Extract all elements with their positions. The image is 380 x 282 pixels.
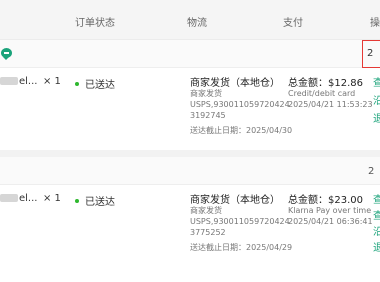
product-name-redacted xyxy=(0,194,18,202)
total-amount: 总金额：$23.00 xyxy=(288,195,363,206)
action-link[interactable]: 退 xyxy=(373,239,380,254)
header-payment: 支付 xyxy=(283,18,303,29)
order-number[interactable]: 2 xyxy=(368,166,374,177)
logistics-label: 商家发货 xyxy=(190,206,222,215)
order-header: 2 xyxy=(0,157,380,185)
action-link[interactable]: 查 xyxy=(373,74,380,89)
delivery-deadline: 送达截止日期：2025/04/30 xyxy=(190,126,293,135)
order-row: el... × 1 已送达 商家发货（本地仓） 商家发货 USPS,930011… xyxy=(0,185,380,282)
action-link[interactable]: 查 xyxy=(373,191,380,206)
delivery-deadline: 送达截止日期：2025/04/29 xyxy=(190,243,293,252)
order-status: 已送达 xyxy=(75,76,115,91)
header-actions: 操 xyxy=(370,18,380,29)
tracking-number-cont[interactable]: 3192745 xyxy=(190,110,226,121)
product-name[interactable]: el... xyxy=(0,76,37,87)
highlighted-order-number[interactable]: 2 xyxy=(362,40,380,68)
payment-time: 2025/04/21 11:53:23 xyxy=(288,100,373,109)
logistics-label: 商家发货 xyxy=(190,89,222,98)
order-row: el... × 1 已送达 商家发货（本地仓） 商家发货 USPS,930011… xyxy=(0,68,380,150)
payment-time: 2025/04/21 06:36:41 xyxy=(288,217,373,226)
payment-method: Credit/debit card xyxy=(288,89,356,98)
product-name[interactable]: el... xyxy=(0,193,37,204)
action-link[interactable]: 查 xyxy=(373,207,380,222)
header-logistics: 物流 xyxy=(187,18,207,29)
tracking-number[interactable]: USPS,930011059720424 xyxy=(190,99,290,110)
table-header: 订单状态 物流 支付 操 xyxy=(0,0,380,40)
logistics-title: 商家发货（本地仓） xyxy=(190,78,280,89)
tracking-number-cont[interactable]: 3775252 xyxy=(190,227,226,238)
chat-icon[interactable] xyxy=(1,48,12,60)
order-header: 2 xyxy=(0,40,380,68)
order-status: 已送达 xyxy=(75,193,115,208)
quantity: × 1 xyxy=(43,193,61,204)
total-amount: 总金额：$12.86 xyxy=(288,78,363,89)
payment-method: Klarna Pay over time xyxy=(288,206,372,215)
status-dot-icon xyxy=(75,82,79,86)
action-link[interactable]: 退 xyxy=(373,110,380,125)
header-status: 订单状态 xyxy=(75,18,115,29)
quantity: × 1 xyxy=(43,76,61,87)
action-link[interactable]: 沿 xyxy=(373,92,380,107)
logistics-title: 商家发货（本地仓） xyxy=(190,195,280,206)
order-number: 2 xyxy=(367,48,374,59)
product-name-redacted xyxy=(0,77,18,85)
action-link[interactable]: 沿 xyxy=(373,223,380,238)
tracking-number[interactable]: USPS,930011059720424 xyxy=(190,216,290,227)
status-dot-icon xyxy=(75,199,79,203)
order-divider xyxy=(0,150,380,157)
